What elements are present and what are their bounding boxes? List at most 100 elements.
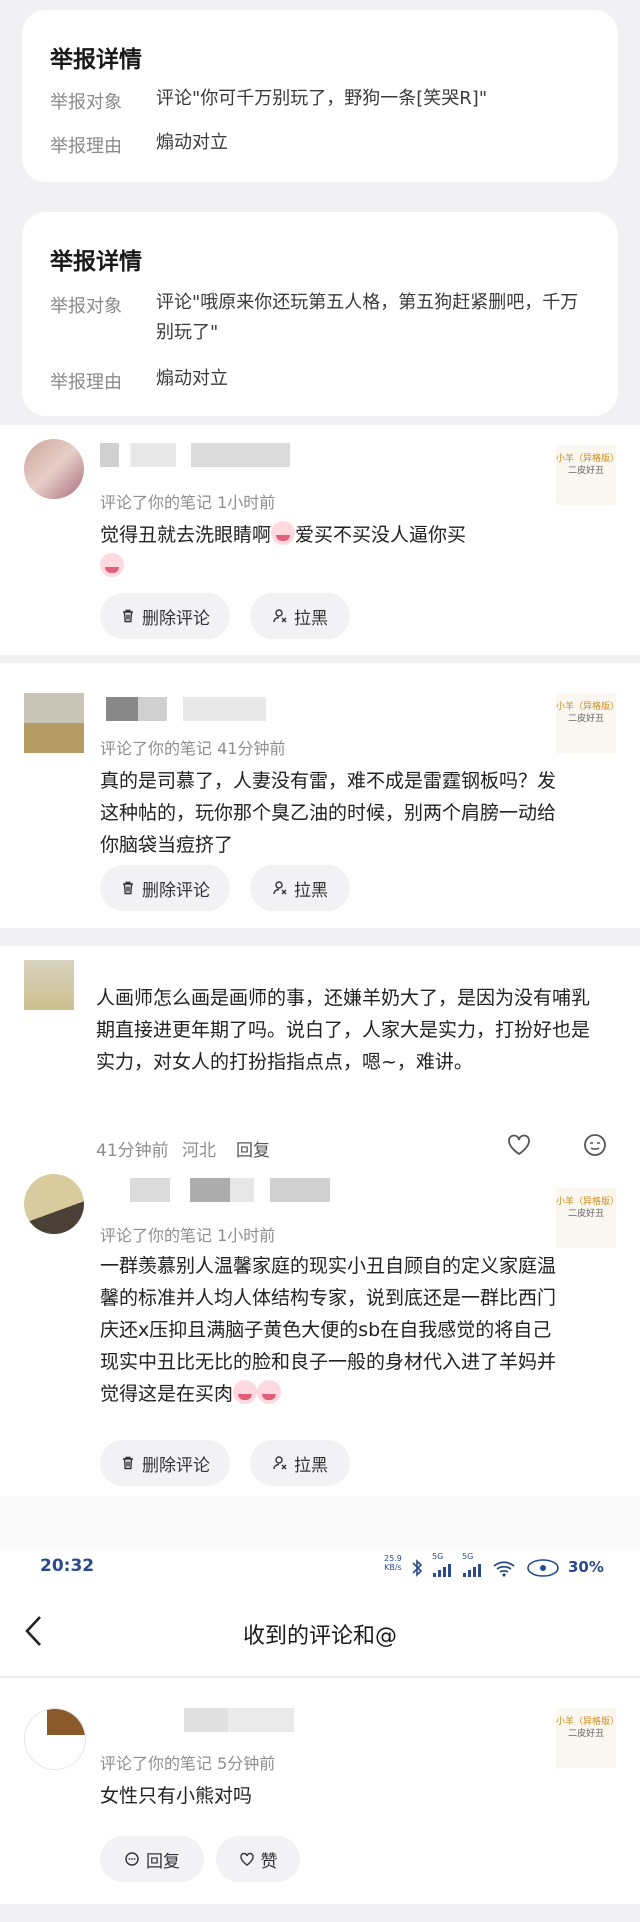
divider xyxy=(0,928,640,946)
comment-text: 女性只有小熊对吗 xyxy=(100,1785,253,1807)
block-button[interactable]: 拉黑 xyxy=(250,593,350,639)
block-label: 拉黑 xyxy=(294,1455,328,1476)
comment-text: 人画师怎么画是画师的事，还嫌羊奶大了，是因为没有哺乳期直接进更年期了吗。说白了，… xyxy=(96,987,591,1073)
crying-laugh-emoji-icon xyxy=(233,1380,258,1404)
username-blurred[interactable] xyxy=(106,697,266,721)
network-speed-unit: KB/s xyxy=(384,1563,402,1572)
reply-label: 回复 xyxy=(146,1851,180,1872)
note-thumbnail[interactable]: 小羊（异格版） 二皮好丑 xyxy=(556,445,620,505)
comment-meta: 评论了你的笔记 41分钟前 xyxy=(100,739,286,758)
report-target-label: 举报对象 xyxy=(50,296,122,317)
divider xyxy=(0,1904,640,1922)
comment-meta: 评论了你的笔记 1小时前 xyxy=(100,1226,276,1245)
signal-icon xyxy=(433,1564,451,1577)
divider xyxy=(0,1496,640,1548)
comment-meta: 评论了你的笔记 1小时前 xyxy=(100,493,276,512)
delete-comment-label: 删除评论 xyxy=(142,1455,210,1476)
like-label: 赞 xyxy=(260,1851,278,1872)
avatar[interactable] xyxy=(24,1174,84,1234)
comment-bubble-icon xyxy=(125,1852,139,1866)
trash-icon xyxy=(123,609,133,623)
network-speed-value: 25.9 xyxy=(384,1554,402,1563)
report-title: 举报详情 xyxy=(50,249,142,275)
delete-comment-label: 删除评论 xyxy=(142,608,210,629)
network-speed: 25.9 KB/s xyxy=(384,1554,402,1572)
note-thumbnail[interactable]: 小羊（异格版） 二皮好丑 xyxy=(556,1708,620,1768)
like-button[interactable]: 赞 xyxy=(216,1836,300,1882)
thumbnail-text: 小羊（异格版） xyxy=(556,1717,620,1727)
reply-button[interactable]: 回复 xyxy=(236,1136,270,1161)
thumbnail-text: 二皮好丑 xyxy=(567,1209,604,1219)
comment-text: 真的是司慕了，人妻没有雷，难不成是雷霆钢板吗？发这种帖的，玩你那个臭乙油的时候，… xyxy=(100,770,557,856)
thumbnail-text: 二皮好丑 xyxy=(567,1729,604,1739)
network-type-label: 5G xyxy=(462,1552,474,1561)
report-title: 举报详情 xyxy=(50,47,142,73)
report-target-value: 评论"哦原来你还玩第五人格，第五狗赶紧删吧，千万别玩了" xyxy=(156,292,579,343)
comment-meta: 评论了你的笔记 5分钟前 xyxy=(100,1754,276,1773)
comment-item: 评论了你的笔记 5分钟前 女性只有小熊对吗 回复 赞 小羊（异格版） 二皮好丑 xyxy=(0,1678,640,1922)
report-reason-value: 煽动对立 xyxy=(156,368,228,389)
comment-text-part: 爱买不买没人逼你买 xyxy=(295,524,467,546)
wifi-icon xyxy=(493,1561,515,1577)
comment-text-part: 一群羡慕别人温馨家庭的现实小丑自顾自的定义家庭温馨的标准并人均人体结构专家，说到… xyxy=(100,1255,557,1405)
block-user-icon xyxy=(273,1456,287,1470)
status-time: 20:32 xyxy=(40,1556,95,1576)
report-reason-label: 举报理由 xyxy=(50,372,122,393)
reply-button[interactable]: 回复 xyxy=(100,1836,204,1882)
nav-header: 收到的评论和@ xyxy=(0,1592,640,1678)
delete-comment-button[interactable]: 删除评论 xyxy=(100,865,230,911)
avatar[interactable] xyxy=(24,1708,86,1770)
comment-text-part: 觉得丑就去洗眼睛啊 xyxy=(100,524,272,546)
report-detail-card: 举报详情 举报对象 评论"你可千万别玩了，野狗一条[笑哭R]" 举报理由 煽动对… xyxy=(22,10,618,182)
block-button[interactable]: 拉黑 xyxy=(250,865,350,911)
network-type-label: 5G xyxy=(432,1552,444,1561)
trash-icon xyxy=(123,1456,133,1470)
delete-comment-button[interactable]: 删除评论 xyxy=(100,593,230,639)
username-blurred[interactable] xyxy=(100,443,290,467)
username-blurred[interactable] xyxy=(184,1708,294,1732)
report-target-label: 举报对象 xyxy=(50,92,122,113)
report-detail-card: 举报详情 举报对象 评论"哦原来你还玩第五人格，第五狗赶紧删吧，千万别玩了" 举… xyxy=(22,212,618,416)
thumbnail-text: 二皮好丑 xyxy=(567,714,604,724)
thumbnail-text: 小羊（异格版） xyxy=(556,1197,620,1207)
report-target-value: 评论"你可千万别玩了，野狗一条[笑哭R]" xyxy=(156,88,488,109)
report-reason-label: 举报理由 xyxy=(50,136,122,157)
emoji-reaction-icon[interactable] xyxy=(582,1132,608,1158)
page-title: 收到的评论和@ xyxy=(242,1624,397,1649)
comment-text: 一群羡慕别人温馨家庭的现实小丑自顾自的定义家庭温馨的标准并人均人体结构专家，说到… xyxy=(100,1250,560,1410)
block-button[interactable]: 拉黑 xyxy=(250,1440,350,1486)
signal-icon xyxy=(463,1564,481,1577)
crying-laugh-emoji-icon xyxy=(257,1380,282,1404)
bluetooth-icon xyxy=(412,1559,423,1577)
trash-icon xyxy=(123,881,133,895)
block-label: 拉黑 xyxy=(294,880,328,901)
note-thumbnail[interactable]: 小羊（异格版） 二皮好丑 xyxy=(556,693,620,753)
comment-time: 41分钟前 xyxy=(96,1141,169,1161)
avatar[interactable] xyxy=(24,439,84,499)
block-user-icon xyxy=(273,609,287,623)
battery-saver-icon xyxy=(527,1559,559,1577)
avatar[interactable] xyxy=(24,693,84,753)
report-reason-value: 煽动对立 xyxy=(156,132,228,153)
battery-level: 30% xyxy=(568,1558,604,1576)
delete-comment-button[interactable]: 删除评论 xyxy=(100,1440,230,1486)
avatar-image xyxy=(47,1709,85,1735)
status-bar: 20:32 25.9 KB/s 5G 5G 30% xyxy=(0,1548,640,1592)
heart-icon[interactable] xyxy=(506,1132,532,1158)
comment-item: 评论了你的笔记 1小时前 觉得丑就去洗眼睛啊 爱买不买没人逼你买 删除评论 拉黑 … xyxy=(0,425,640,655)
crying-laugh-emoji-icon xyxy=(271,521,296,545)
comment-location: 河北 xyxy=(182,1141,216,1161)
thumbnail-text: 小羊（异格版） xyxy=(556,702,620,712)
divider xyxy=(0,655,640,663)
username-blurred[interactable] xyxy=(130,1178,330,1202)
thumbnail-text: 小羊（异格版） xyxy=(556,454,620,464)
note-thumbnail[interactable]: 小羊（异格版） 二皮好丑 xyxy=(556,1188,620,1248)
block-label: 拉黑 xyxy=(294,608,328,629)
delete-comment-label: 删除评论 xyxy=(142,880,210,901)
thumbnail-text: 二皮好丑 xyxy=(567,466,604,476)
avatar[interactable] xyxy=(24,960,74,1010)
block-user-icon xyxy=(273,881,287,895)
comment-item: 评论了你的笔记 1小时前 一群羡慕别人温馨家庭的现实小丑自顾自的定义家庭温馨的标… xyxy=(0,1166,640,1496)
comment-item: 评论了你的笔记 41分钟前 真的是司慕了，人妻没有雷，难不成是雷霆钢板吗？发这种… xyxy=(0,663,640,928)
heart-icon xyxy=(239,1852,254,1866)
